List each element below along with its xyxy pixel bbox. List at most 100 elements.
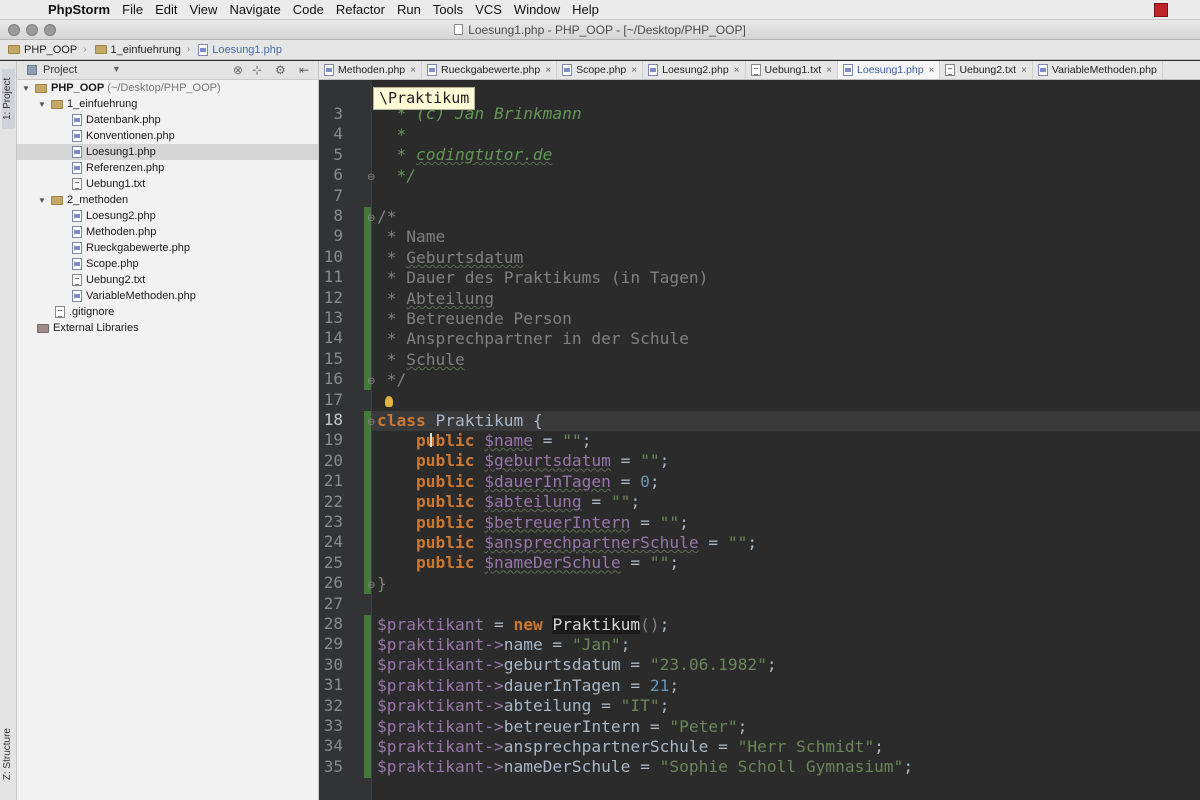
hide-panel-icon[interactable]: ⇤ [299,63,309,77]
tab-uebung2[interactable]: Uebung2.txt × [940,61,1033,79]
line-number: 8 [333,206,343,225]
tree-file-selected[interactable]: Loesung1.php [17,144,318,160]
php-file-icon [648,64,659,76]
menu-view[interactable]: View [189,2,217,17]
code-line-property: public $dauerInTagen = 0; [415,471,660,491]
breadcrumb-file[interactable]: Loesung1.php [198,43,282,56]
tree-folder-2-methoden[interactable]: ▼ 2_methoden [17,192,318,208]
code-line: * codingtutor.de [377,145,553,164]
tree-folder-1-einfuehrung[interactable]: ▼ 1_einfuehrung [17,96,318,112]
vcs-change-marker[interactable] [364,411,371,594]
breadcrumb-folder[interactable]: 1_einfuehrung › [94,44,191,56]
status-menu-icon[interactable] [1154,3,1168,17]
scroll-from-source-icon[interactable]: ⊹ [252,63,262,77]
fold-marker-icon[interactable]: ⊖ [367,580,375,591]
tree-root-project[interactable]: ▼ PHP_OOP (~/Desktop/PHP_OOP) [17,80,318,96]
tree-file[interactable]: Uebung2.txt [17,272,318,288]
property-name: name [503,635,543,654]
folder-icon [8,45,20,54]
close-icon[interactable]: × [929,65,935,76]
tab-uebung1[interactable]: Uebung1.txt × [746,61,839,79]
instance-variable: $praktikant [377,757,485,777]
tree-external-libraries[interactable]: External Libraries [17,320,318,336]
code-line: */ [386,370,407,389]
menu-file[interactable]: File [122,2,143,17]
assigned-value: "Peter" [669,716,738,736]
menu-vcs[interactable]: VCS [475,2,502,17]
menu-run[interactable]: Run [397,2,421,17]
tree-file[interactable]: Uebung1.txt [17,176,318,192]
menu-help[interactable]: Help [572,2,599,17]
project-tool-tab[interactable]: 1: Project [2,69,15,129]
fold-marker-icon[interactable]: ⊖ [367,376,375,387]
close-icon[interactable]: × [734,65,740,76]
php-file-icon [72,210,82,222]
line-number: 35 [323,756,343,776]
code-line: */ [396,166,417,185]
editor-breadcrumb-popup[interactable]: \Praktikum [373,87,476,110]
intention-bulb-icon[interactable] [385,396,393,407]
fold-marker-icon[interactable]: ⊖ [367,417,375,428]
expand-arrow-icon[interactable]: ▼ [37,196,47,205]
menu-navigate[interactable]: Navigate [229,2,280,17]
expand-arrow-icon[interactable]: ▼ [21,84,31,93]
assigned-value: 21 [649,675,670,695]
structure-tool-tab[interactable]: Z: Structure [2,728,13,780]
code-line: * Betreuende Person [377,309,572,328]
property-name: $ansprechpartnerSchule [484,533,699,552]
line-number: 5 [333,144,343,164]
chevron-down-icon[interactable]: ▼ [112,64,121,74]
line-number: 18 [323,410,343,429]
code-line: /* [377,207,397,226]
close-icon[interactable]: × [410,65,416,76]
menu-window[interactable]: Window [514,2,560,17]
code-line: * Abteilung [377,289,494,308]
tab-loesung1-active[interactable]: Loesung1.php × [838,61,941,79]
collapse-all-icon[interactable]: ⊗ [233,63,243,77]
code-line-instantiation: $praktikant = new Praktikum(); [377,615,670,634]
tab-loesung2[interactable]: Loesung2.php × [643,61,746,79]
project-view-selector[interactable]: Project [43,64,77,76]
php-file-icon [1037,64,1048,76]
tree-file[interactable]: Rueckgabewerte.php [17,240,318,256]
menu-edit[interactable]: Edit [155,2,177,17]
menu-code[interactable]: Code [293,2,324,17]
property-name: nameDerSchule [503,757,631,777]
close-icon[interactable]: × [1021,65,1027,76]
instance-variable: $praktikant [377,737,485,756]
close-icon[interactable]: × [631,65,637,76]
close-icon[interactable]: × [826,65,832,76]
tree-file-gitignore[interactable]: .gitignore [17,304,318,320]
gear-icon[interactable]: ⚙ [275,63,286,77]
line-number: 9 [333,226,343,246]
fold-marker-icon[interactable]: ⊖ [367,172,375,183]
code-line-property: public $name = ""; [415,431,592,450]
tree-file[interactable]: Datenbank.php [17,112,318,128]
folder-icon [51,99,63,109]
close-icon[interactable]: × [545,65,551,76]
menu-tools[interactable]: Tools [433,2,463,17]
tree-file[interactable]: Scope.php [17,256,318,272]
vcs-change-marker[interactable] [364,207,371,390]
tree-file[interactable]: VariableMethoden.php [17,288,318,304]
breadcrumb-project[interactable]: PHP_OOP › [8,44,87,56]
vcs-change-marker[interactable] [364,615,371,778]
php-file-icon [72,114,82,126]
menu-app-name[interactable]: PhpStorm [48,2,110,17]
menu-refactor[interactable]: Refactor [336,2,385,17]
php-file-icon [562,64,573,76]
chevron-right-icon: › [186,44,191,55]
tab-methoden[interactable]: Methoden.php × [319,61,422,79]
tab-variablemethoden[interactable]: VariableMethoden.php [1033,61,1163,79]
fold-marker-icon[interactable]: ⊖ [367,213,375,224]
expand-arrow-icon[interactable]: ▼ [37,100,47,109]
tree-file[interactable]: Konventionen.php [17,128,318,144]
tab-rueckgabewerte[interactable]: Rueckgabewerte.php × [422,61,558,79]
tree-file[interactable]: Methoden.php [17,224,318,240]
tab-scope[interactable]: Scope.php × [557,61,644,79]
code-editor[interactable]: 3 4 5 6 7 8 9 10 11 12 13 14 15 16 17 18 19 20 21 22 23 24 25 2… [319,80,1200,800]
tree-file[interactable]: Referenzen.php [17,160,318,176]
property-name: geburtsdatum [503,655,621,675]
menu-bar: PhpStorm File Edit View Navigate Code Re… [0,0,1200,20]
tree-file[interactable]: Loesung2.php [17,208,318,224]
